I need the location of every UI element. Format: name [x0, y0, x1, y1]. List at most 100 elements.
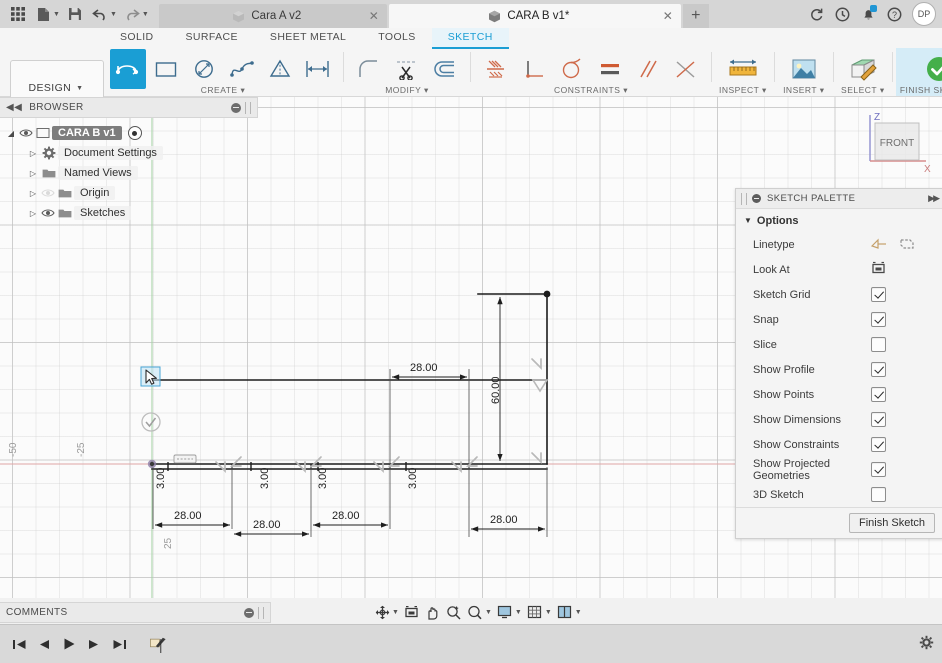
line-tool[interactable]: [110, 48, 146, 89]
zoom-tool[interactable]: [444, 602, 464, 622]
close-icon[interactable]: ✕: [369, 10, 379, 22]
grid-snap-caret[interactable]: ▼: [545, 609, 552, 616]
display-settings-tool[interactable]: [495, 602, 515, 622]
timeline-sketch-feature-icon[interactable]: [149, 635, 167, 653]
save-icon[interactable]: [63, 2, 87, 26]
dimension-label[interactable]: 28.00: [490, 514, 518, 526]
coincident-constraint[interactable]: [668, 49, 704, 89]
new-document-icon[interactable]: [31, 2, 55, 26]
ribbon-tab-sketch[interactable]: SKETCH: [431, 27, 509, 49]
visibility-eye-icon[interactable]: [18, 128, 34, 138]
comments-resize-grip[interactable]: [258, 606, 264, 619]
construction-linetype-icon[interactable]: [899, 237, 915, 253]
expand-arrow-icon[interactable]: ▷: [26, 149, 40, 158]
ribbon-tab-sheet-metal[interactable]: SHEET METAL: [254, 28, 362, 49]
tangent-constraint[interactable]: [554, 49, 590, 89]
dimension-label[interactable]: 60.00: [490, 376, 502, 404]
comments-minimize-icon[interactable]: [244, 607, 254, 618]
document-tab-cara-b[interactable]: CARA B v1* ✕: [388, 4, 681, 28]
dimension-label[interactable]: 28.00: [332, 510, 360, 522]
activate-component-radio[interactable]: [127, 126, 142, 140]
redo-icon[interactable]: [120, 2, 144, 26]
snap-checkbox[interactable]: [871, 312, 886, 327]
palette-section-options[interactable]: ▼ Options: [736, 209, 942, 232]
document-tab-cara-a[interactable]: Cara A v2 ✕: [158, 4, 387, 28]
ribbon-group-label-modify[interactable]: MODIFY ▾: [385, 85, 429, 96]
show-projected-geometries-checkbox[interactable]: [871, 462, 886, 477]
pan-tool[interactable]: [423, 602, 443, 622]
dimension-label[interactable]: 28.00: [410, 362, 438, 374]
tree-node-sketches[interactable]: ▷ Sketches: [0, 203, 258, 223]
zoom-window-tool[interactable]: [465, 602, 485, 622]
expand-arrow-icon[interactable]: ▷: [26, 209, 40, 218]
fillet-tool[interactable]: [351, 49, 387, 89]
timeline-play-icon[interactable]: [60, 635, 78, 653]
pan-viewcube-tool[interactable]: [402, 602, 422, 622]
redo-caret[interactable]: ▼: [142, 11, 149, 18]
polygon-tool[interactable]: [262, 49, 298, 89]
new-document-caret[interactable]: ▼: [53, 11, 60, 18]
ribbon-tab-surface[interactable]: SURFACE: [170, 28, 254, 49]
expand-arrow-icon[interactable]: ▷: [26, 189, 40, 198]
dimension-label[interactable]: 3.00: [317, 468, 329, 489]
ribbon-group-label-inspect[interactable]: INSPECT ▾: [719, 85, 767, 96]
expand-arrow-icon[interactable]: ▷: [26, 169, 40, 178]
tree-node-document-settings[interactable]: ▷ Document Settings: [0, 143, 258, 163]
3d-sketch-checkbox[interactable]: [871, 487, 886, 502]
dimension-label[interactable]: 3.00: [155, 468, 167, 489]
tree-node-named-views[interactable]: ▷ Named Views: [0, 163, 258, 183]
orbit-caret[interactable]: ▼: [392, 609, 399, 616]
lookat-icon[interactable]: [871, 261, 886, 278]
display-settings-caret[interactable]: ▼: [515, 609, 522, 616]
zoom-window-caret[interactable]: ▼: [485, 609, 492, 616]
slice-checkbox[interactable]: [871, 337, 886, 352]
fix-unfix-constraint[interactable]: [478, 49, 514, 89]
equal-constraint[interactable]: [592, 49, 628, 89]
ribbon-tab-tools[interactable]: TOOLS: [362, 28, 431, 49]
ribbon-group-label-insert[interactable]: INSERT ▾: [783, 85, 825, 96]
parallel-constraint[interactable]: [630, 49, 666, 89]
normal-linetype-icon[interactable]: [870, 237, 887, 253]
show-points-checkbox[interactable]: [871, 387, 886, 402]
browser-resize-grip[interactable]: [245, 101, 251, 114]
settings-gear-icon[interactable]: [919, 635, 934, 653]
dimension-label[interactable]: 28.00: [174, 510, 202, 522]
browser-minimize-icon[interactable]: [231, 102, 241, 113]
ribbon-group-label-select[interactable]: SELECT ▾: [841, 85, 885, 96]
tree-node-origin[interactable]: ▷ Origin: [0, 183, 258, 203]
trim-tool[interactable]: [389, 49, 425, 89]
ribbon-group-label-create[interactable]: CREATE ▾: [201, 85, 246, 96]
timeline-step-back-icon[interactable]: [35, 635, 53, 653]
timeline-go-to-end-icon[interactable]: [110, 635, 128, 653]
timeline-step-forward-icon[interactable]: [85, 635, 103, 653]
show-profile-checkbox[interactable]: [871, 362, 886, 377]
offset-tool[interactable]: [427, 49, 463, 89]
undo-icon[interactable]: [88, 2, 112, 26]
dimension-label[interactable]: 3.00: [407, 468, 419, 489]
show-dimensions-checkbox[interactable]: [871, 412, 886, 427]
undo-caret[interactable]: ▼: [110, 11, 117, 18]
dimension-tool[interactable]: [300, 49, 336, 89]
comments-panel-header[interactable]: COMMENTS: [0, 602, 271, 623]
circle-tool[interactable]: [186, 49, 222, 89]
perpendicular-constraint[interactable]: [516, 49, 552, 89]
timeline-go-to-beginning-icon[interactable]: [10, 635, 28, 653]
view-cube[interactable]: Z X FRONT: [848, 107, 932, 179]
help-icon[interactable]: ?: [882, 2, 906, 26]
new-tab-button[interactable]: +: [682, 4, 709, 28]
refresh-icon[interactable]: [804, 2, 828, 26]
sketch-grid-checkbox[interactable]: [871, 287, 886, 302]
palette-expand-icon[interactable]: ▶▶: [928, 193, 940, 204]
tree-node-cara-b[interactable]: ◢ CARA B v1: [0, 123, 258, 143]
expand-arrow-icon[interactable]: ◢: [4, 129, 18, 138]
close-icon[interactable]: ✕: [663, 10, 673, 22]
ribbon-tab-solid[interactable]: SOLID: [104, 28, 170, 49]
dimension-label[interactable]: 28.00: [253, 519, 281, 531]
collapse-icon[interactable]: ◀◀: [6, 102, 22, 113]
visibility-eye-off-icon[interactable]: [40, 188, 56, 198]
notifications-icon[interactable]: [856, 2, 880, 26]
ribbon-group-finish-sketch[interactable]: FINISH SKETCH ▾: [895, 48, 942, 96]
avatar[interactable]: DP: [912, 2, 936, 26]
visibility-eye-icon[interactable]: [40, 208, 56, 218]
finish-sketch-button[interactable]: Finish Sketch: [848, 513, 935, 533]
